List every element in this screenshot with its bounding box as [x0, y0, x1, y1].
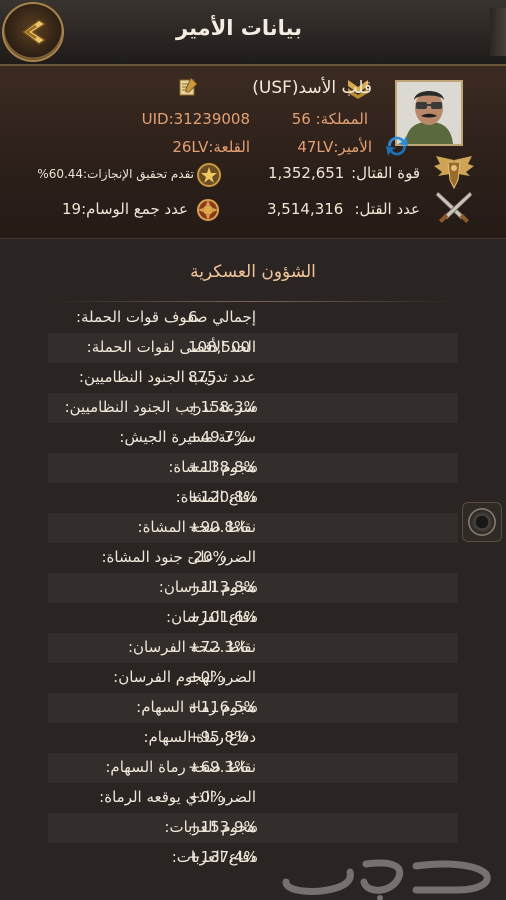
- edit-scroll-icon[interactable]: [177, 76, 199, 98]
- floating-menu-button[interactable]: [462, 502, 502, 542]
- medal-icon: [197, 199, 219, 221]
- kills-label: عدد القتل:: [354, 200, 420, 218]
- stat-value: +113.8%: [188, 578, 258, 596]
- page-title: بيانات الأمير: [176, 16, 302, 40]
- refresh-icon[interactable]: [384, 134, 410, 158]
- stat-label: الضرر الذي يوقعه الرماة:: [99, 788, 256, 806]
- uid-value: 31239008:UID: [141, 110, 250, 128]
- stat-row: الضرر لهجوم الفرسان: +0%: [48, 663, 458, 693]
- stat-value: +138.8%: [188, 458, 258, 476]
- stat-value: +95.8%: [188, 728, 249, 746]
- prince-level: الأمير:47LV: [297, 138, 372, 156]
- stat-row: دفاع رماة السهام: +95.8%: [48, 723, 458, 753]
- stat-value: +0%: [188, 668, 225, 686]
- stat-row: هجوم الفرسان: +113.8%: [48, 573, 458, 603]
- stat-row: الحد الأقصى لقوات الحملة: 108,500: [48, 333, 458, 363]
- achievement-progress: تقدم تحقيق الإنجازات:60.44%: [37, 167, 194, 181]
- stat-row: نقاط صحة الفرسان: +72.3%: [48, 633, 458, 663]
- stat-value: +153.9%: [188, 818, 258, 836]
- stat-row: هجوم العربات: +153.9%: [48, 813, 458, 843]
- stat-row: الضرر على جنود المشاة: -20%: [48, 543, 458, 573]
- stat-value: +49.7%: [188, 428, 249, 446]
- kingdom-value: المملكة: 56: [291, 110, 368, 128]
- stat-value: 6: [188, 308, 198, 326]
- knob-icon: [468, 508, 496, 536]
- stat-label: الضرر على جنود المشاة:: [101, 548, 257, 566]
- kills-value: 3,514,316: [267, 200, 344, 218]
- combat-power-value: 1,352,651: [268, 164, 345, 182]
- stat-value: +101.6%: [188, 608, 258, 626]
- header-edge-decoration: [490, 8, 506, 56]
- stat-value: +90.8%: [188, 518, 249, 536]
- stat-value: +0%: [188, 788, 225, 806]
- stat-label: إجمالي صفوف قوات الحملة:: [75, 308, 256, 326]
- stat-value: -20%: [188, 548, 227, 566]
- stat-row: دفاع العربات: +137.4%: [48, 843, 458, 873]
- top-bar: بيانات الأمير: [0, 0, 506, 66]
- stat-value: +69.3%: [188, 758, 249, 776]
- combat-power-wings-icon: [434, 156, 474, 190]
- section-divider: [50, 301, 456, 302]
- stat-row: دفاع الفرسان: +101.6%: [48, 603, 458, 633]
- back-arrow-icon: [21, 19, 47, 45]
- prince-name: قلب الأسد(USF): [252, 78, 372, 98]
- stat-value: 875: [188, 368, 217, 386]
- crossed-swords-icon: [435, 191, 473, 223]
- stat-row: الضرر الذي يوقعه الرماة: +0%: [48, 783, 458, 813]
- stat-row: إجمالي صفوف قوات الحملة: 6: [48, 303, 458, 333]
- castle-level: القلعة:26LV: [172, 138, 250, 156]
- stat-row: دفاع المشاة: +120.8%: [48, 483, 458, 513]
- combat-power-label: قوة القتال:: [351, 164, 420, 182]
- stat-row: سرعة مسيرة الجيش: +49.7%: [48, 423, 458, 453]
- stat-label: عدد تدريب الجنود النظاميين:: [78, 368, 256, 386]
- stat-value: +72.3%: [188, 638, 249, 656]
- stat-label: الضرر لهجوم الفرسان:: [113, 668, 256, 686]
- stat-value: 108,500: [188, 338, 251, 356]
- stat-row: نقاط صحة المشاة: +90.8%: [48, 513, 458, 543]
- stat-value: +158.3%: [188, 398, 258, 416]
- stat-value: +137.4%: [188, 848, 258, 866]
- military-stats-list: إجمالي صفوف قوات الحملة: 6 الحد الأقصى لقو…: [0, 303, 506, 873]
- medal-count: عدد جمع الوسام:19: [61, 200, 188, 218]
- stat-row: نقاط صحة رماة السهام: +69.3%: [48, 753, 458, 783]
- achievement-star-icon: [197, 163, 221, 187]
- stat-row: عدد تدريب الجنود النظاميين: 875: [48, 363, 458, 393]
- stat-value: +116.5%: [188, 698, 258, 716]
- stat-row: هجوم رماة السهام: +116.5%: [48, 693, 458, 723]
- military-section-title: الشؤون العسكرية: [190, 262, 316, 282]
- back-button[interactable]: [2, 2, 64, 62]
- stat-row: سرعة تدريب الجنود النظاميين: +158.3%: [48, 393, 458, 423]
- stat-value: +120.8%: [188, 488, 258, 506]
- stat-row: هجوم المشاة: +138.8%: [48, 453, 458, 483]
- prince-profile-panel: قلب الأسد(USF) المملكة: 56 31239008:UID …: [0, 66, 506, 239]
